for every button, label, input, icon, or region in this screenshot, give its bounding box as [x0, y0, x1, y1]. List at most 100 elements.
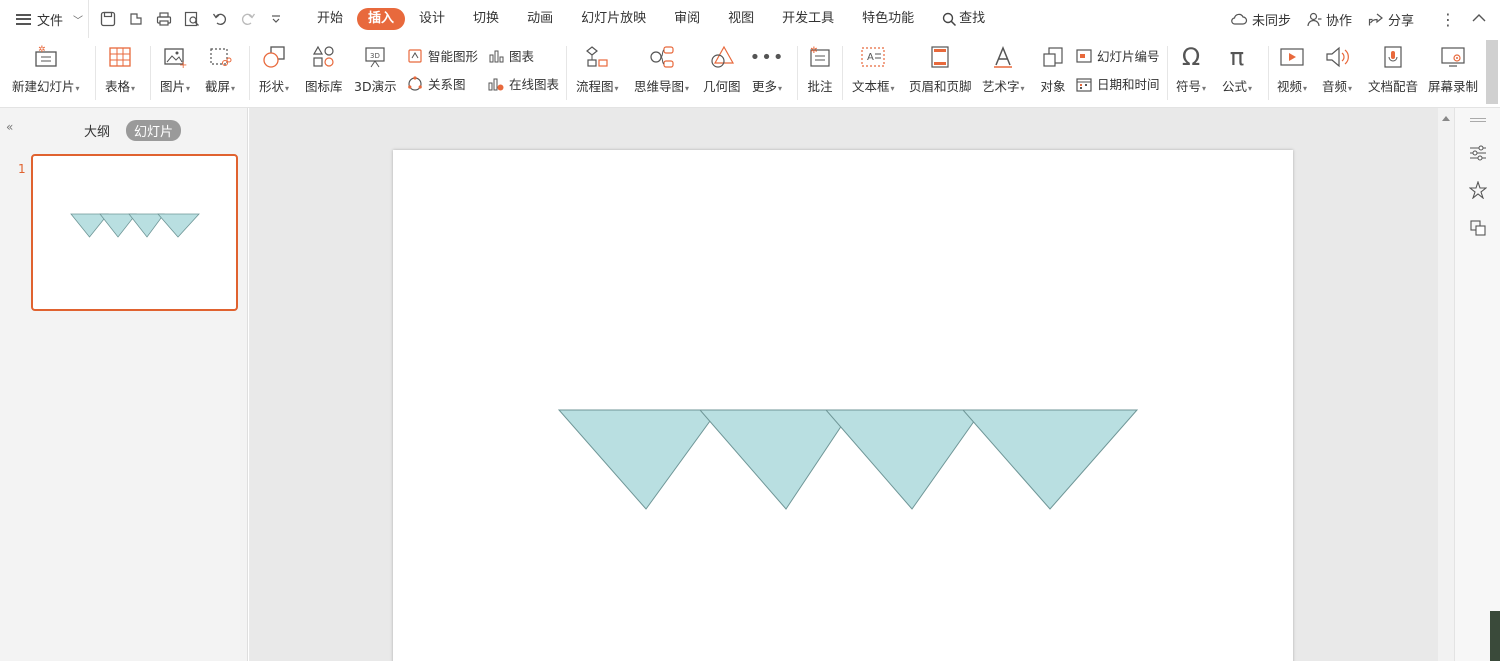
datetime-button[interactable]: 日期和时间: [1075, 74, 1160, 93]
formula-button[interactable]: π 公式▾: [1222, 38, 1252, 95]
video-button[interactable]: 视频▾: [1277, 38, 1307, 95]
collab-label: 协作: [1325, 13, 1352, 29]
header-footer-button[interactable]: 页眉和页脚: [909, 38, 972, 95]
tab-special[interactable]: 特色功能: [848, 8, 928, 30]
demo-3d-button[interactable]: 3D 3D演示: [354, 38, 397, 95]
new-slide-button[interactable]: ✲ 新建幻灯片▾: [12, 38, 80, 95]
svg-text:+: +: [179, 60, 187, 68]
thumb-triangle: [99, 213, 137, 238]
undo-icon[interactable]: [211, 10, 229, 28]
hamburger-icon: [16, 13, 31, 25]
thumb-triangle: [157, 213, 200, 238]
slide-shapes: [557, 409, 1139, 510]
picture-button[interactable]: + 图片▾: [160, 38, 190, 95]
tab-animation[interactable]: 动画: [513, 8, 567, 30]
quick-access-toolbar: [88, 0, 285, 38]
more-dots-icon: •••: [749, 46, 785, 68]
divider: [249, 46, 250, 100]
tab-view[interactable]: 视图: [714, 8, 768, 30]
triangle-shape[interactable]: [824, 409, 983, 510]
print-preview-icon[interactable]: [183, 10, 201, 28]
tab-design[interactable]: 设计: [405, 8, 459, 30]
more-options-icon[interactable]: ⋮: [1440, 10, 1456, 29]
geometry-label: 几何图: [703, 79, 741, 94]
triangle-shape[interactable]: [698, 409, 853, 510]
chevron-down-icon: ﹀: [73, 15, 84, 27]
search-button[interactable]: 查找: [928, 8, 999, 30]
triangle-shape[interactable]: [961, 409, 1139, 510]
comment-button[interactable]: ✲ 批注: [807, 38, 833, 95]
menu-bar: 文件 ﹀ 开始 插入 设计 切换 动画 幻灯片放映 审阅 视图 开发工具 特色功…: [0, 0, 1500, 38]
textbox-icon: A: [860, 44, 886, 70]
collapse-ribbon-icon[interactable]: [1472, 12, 1486, 27]
slide-thumbnail[interactable]: [31, 154, 238, 311]
collab-button[interactable]: 协作: [1307, 10, 1352, 29]
tab-transition[interactable]: 切换: [459, 8, 513, 30]
relation-button[interactable]: 关系图: [406, 74, 466, 93]
tab-home[interactable]: 开始: [303, 8, 357, 30]
tab-outline[interactable]: 大纲: [76, 120, 118, 141]
mindmap-button[interactable]: 思维导图▾: [634, 38, 689, 95]
svg-text:✲: ✲: [38, 45, 46, 55]
geometry-button[interactable]: 几何图: [703, 38, 741, 95]
shape-label: 形状: [259, 79, 285, 94]
mindmap-icon: [649, 44, 675, 70]
thumb-triangle: [128, 213, 165, 238]
object-icon: [1040, 44, 1066, 70]
file-menu-label: 文件: [37, 13, 64, 29]
save-icon[interactable]: [99, 10, 117, 28]
tab-insert[interactable]: 插入: [357, 8, 406, 30]
slide[interactable]: [393, 150, 1293, 661]
slide-number-button[interactable]: 幻灯片编号: [1075, 46, 1160, 65]
ribbon-scrollbar[interactable]: [1486, 40, 1498, 104]
collapse-panel-icon[interactable]: «: [6, 120, 13, 134]
doc-voice-label: 文档配音: [1368, 79, 1419, 94]
customize-toolbar-icon[interactable]: [267, 10, 285, 28]
speaker-icon: [1324, 44, 1350, 70]
svg-text:A: A: [867, 52, 874, 63]
table-button[interactable]: 表格▾: [105, 38, 135, 95]
scroll-up-icon[interactable]: [1442, 116, 1450, 121]
vertical-scrollbar[interactable]: [1438, 108, 1454, 661]
chart-button[interactable]: 图表: [487, 46, 534, 65]
user-icon: [1307, 12, 1322, 26]
demo-3d-label: 3D演示: [354, 79, 397, 94]
tab-review[interactable]: 审阅: [660, 8, 714, 30]
object-button[interactable]: 对象: [1040, 38, 1066, 95]
formula-label: 公式: [1222, 79, 1248, 94]
screenshot-button[interactable]: 截屏▾: [205, 38, 235, 95]
screen-record-label: 屏幕录制: [1428, 79, 1479, 94]
tab-slides[interactable]: 幻灯片: [126, 120, 182, 141]
tab-developer[interactable]: 开发工具: [768, 8, 848, 30]
share-button[interactable]: 分享: [1368, 10, 1414, 29]
smart-art-button[interactable]: 智能图形: [406, 46, 478, 65]
screen-record-button[interactable]: 屏幕录制: [1428, 38, 1478, 95]
print-icon[interactable]: [155, 10, 173, 28]
audio-button[interactable]: 音频▾: [1322, 38, 1352, 95]
icon-library-button[interactable]: 图标库: [305, 38, 343, 95]
properties-icon[interactable]: [1468, 143, 1488, 163]
flowchart-button[interactable]: 流程图▾: [576, 38, 619, 95]
sync-button[interactable]: 未同步: [1230, 10, 1291, 29]
slide-canvas: [249, 108, 1438, 661]
shape-button[interactable]: 形状▾: [259, 38, 289, 95]
export-icon[interactable]: [127, 10, 145, 28]
flowchart-icon: [584, 44, 610, 70]
copy-format-icon[interactable]: [1468, 218, 1488, 238]
symbol-button[interactable]: Ω 符号▾: [1176, 38, 1206, 95]
online-chart-button[interactable]: 在线图表: [487, 74, 559, 93]
wordart-button[interactable]: 艺术字▾: [982, 38, 1025, 95]
slide-panel: « 大纲 幻灯片 1: [0, 108, 248, 661]
redo-icon[interactable]: [239, 10, 257, 28]
more-button[interactable]: ••• 更多▾: [749, 38, 785, 95]
geometry-icon: [709, 44, 735, 70]
file-menu[interactable]: 文件 ﹀: [0, 10, 88, 29]
bar-chart-icon: [487, 47, 505, 65]
doc-voice-button[interactable]: 文档配音: [1368, 38, 1418, 95]
textbox-button[interactable]: A 文本框▾: [852, 38, 895, 95]
animation-star-icon[interactable]: [1468, 180, 1488, 200]
tab-slideshow[interactable]: 幻灯片放映: [567, 8, 660, 30]
triangle-shape[interactable]: [557, 409, 719, 510]
thumbnail-shapes: [70, 213, 200, 238]
easel-3d-icon: 3D: [362, 44, 388, 70]
